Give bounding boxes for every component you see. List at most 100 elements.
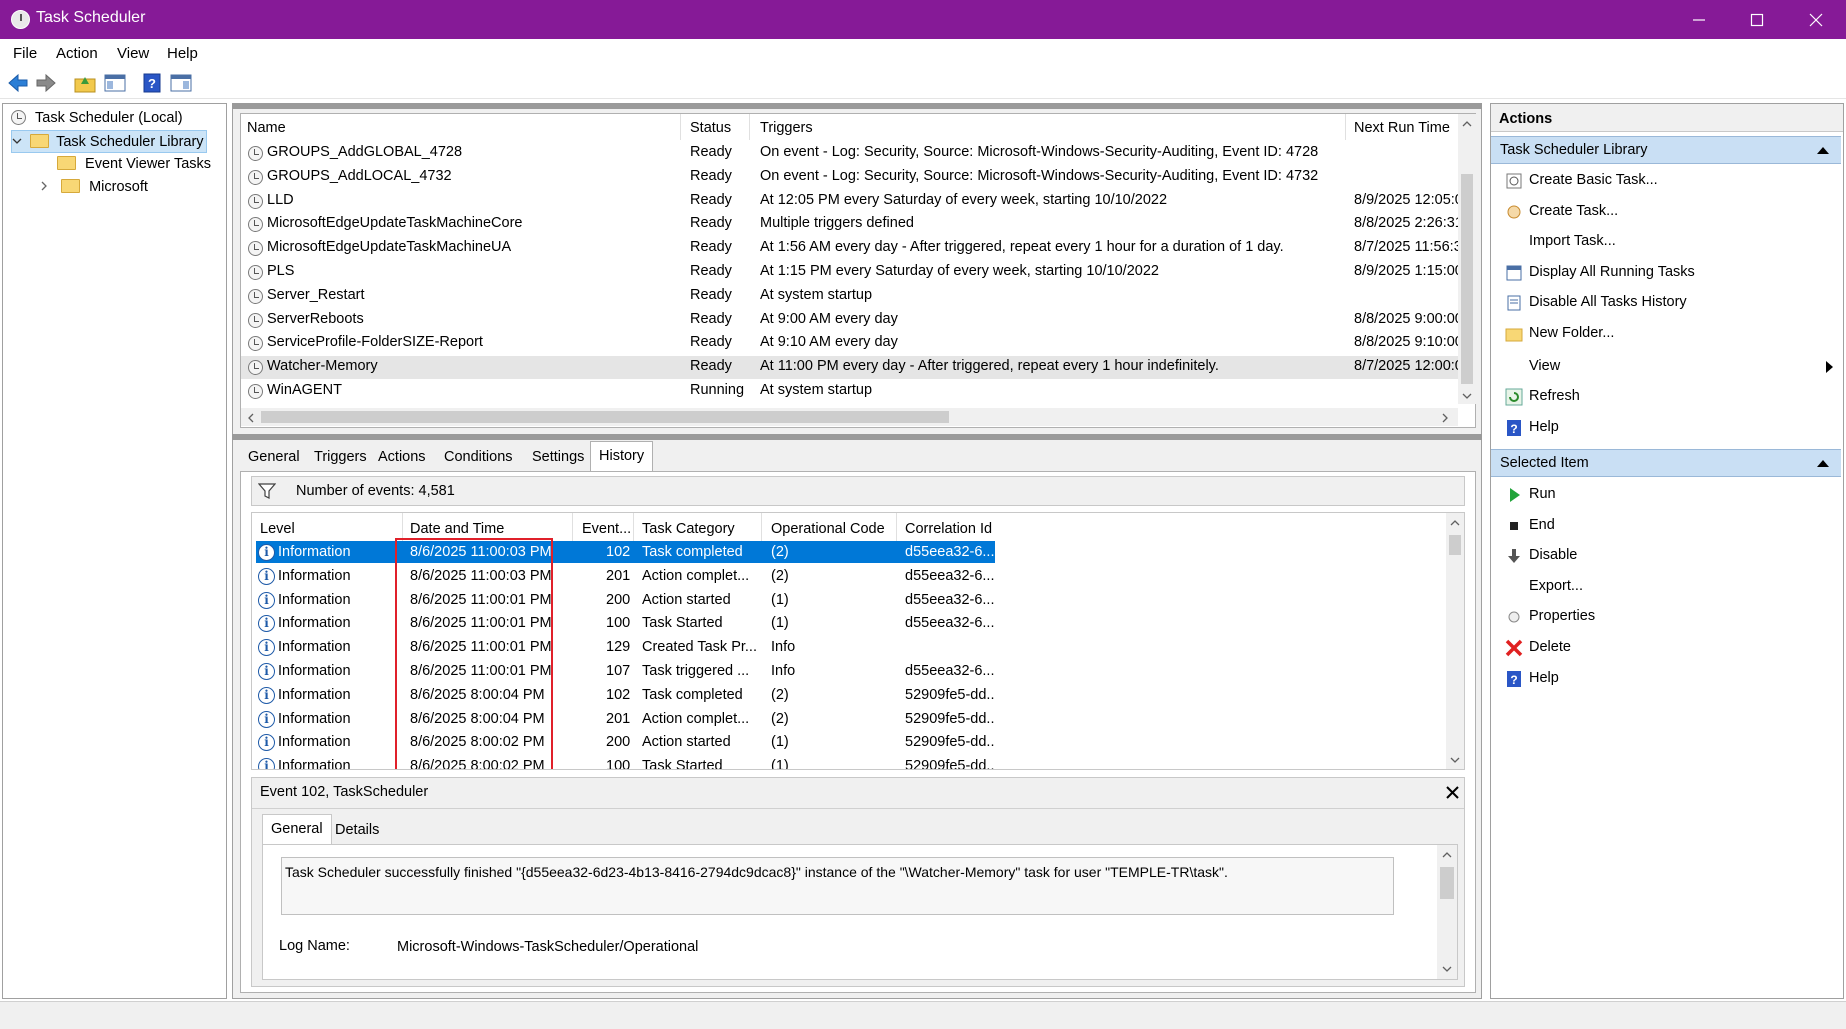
task-row[interactable]: WinAGENT Running At system startup (241, 380, 1458, 403)
tab-general[interactable]: General (240, 443, 308, 471)
scroll-thumb[interactable] (1461, 174, 1473, 384)
action-import-task[interactable]: Import Task... (1491, 226, 1841, 256)
selected-action-run[interactable]: Run (1491, 479, 1841, 509)
create-task-icon (1505, 202, 1523, 220)
scroll-thumb[interactable] (1440, 867, 1454, 899)
task-row[interactable]: ServerReboots Ready At 9:00 AM every day 8/… (241, 309, 1458, 332)
selected-action-export[interactable]: Export... (1491, 571, 1841, 601)
minimize-button[interactable] (1669, 0, 1728, 39)
chevron-down-icon (12, 138, 22, 144)
column-header-event-id[interactable]: Event... (582, 521, 631, 537)
history-row[interactable]: i Information 8/6/2025 11:00:01 PM 100 Task … (256, 612, 995, 634)
column-divider (572, 513, 573, 541)
action-create-basic-task[interactable]: Create Basic Task... (1491, 165, 1841, 195)
task-row[interactable]: MicrosoftEdgeUpdateTaskMachineCore Ready M… (241, 213, 1458, 236)
history-row[interactable]: i Information 8/6/2025 11:00:03 PM 102 Task … (256, 541, 995, 563)
splitter[interactable] (232, 434, 1482, 440)
action-view[interactable]: View (1491, 351, 1841, 381)
action-label: Import Task... (1529, 233, 1616, 250)
maximize-button[interactable] (1727, 0, 1786, 39)
selected-action-disable[interactable]: Disable (1491, 540, 1841, 570)
column-header-next-run-time[interactable]: Next Run Time (1354, 120, 1450, 136)
column-header-correlation-id[interactable]: Correlation Id (905, 521, 992, 537)
history-level: Information (278, 591, 351, 608)
event-tab-details[interactable]: Details (327, 816, 387, 844)
history-row[interactable]: i Information 8/6/2025 8:00:02 PM 200 Action… (256, 731, 995, 753)
information-icon: i (258, 639, 275, 657)
selected-action-end[interactable]: End (1491, 510, 1841, 540)
tree-item-microsoft[interactable]: Microsoft (39, 176, 148, 199)
scroll-thumb[interactable] (261, 411, 949, 423)
action-display-all-running-tasks[interactable]: Display All Running Tasks (1491, 257, 1841, 287)
menu-file[interactable]: File (13, 45, 37, 62)
task-list-vertical-scrollbar[interactable] (1458, 114, 1476, 404)
task-row[interactable]: Watcher-Memory Ready At 11:00 PM every day… (241, 356, 1458, 380)
event-message[interactable]: Task Scheduler successfully finished "{d… (281, 857, 1394, 915)
column-header-operational-code[interactable]: Operational Code (771, 521, 885, 537)
column-header-level[interactable]: Level (260, 521, 295, 537)
action-disable-all-tasks-history[interactable]: Disable All Tasks History (1491, 287, 1841, 317)
tree-item-event-viewer-tasks[interactable]: Event Viewer Tasks (57, 153, 211, 176)
task-row[interactable]: ServiceProfile-FolderSIZE-Report Ready At … (241, 332, 1458, 355)
column-header-task-category[interactable]: Task Category (642, 521, 735, 537)
up-folder-button[interactable] (73, 72, 97, 94)
history-row[interactable]: i Information 8/6/2025 11:00:01 PM 129 Creat… (256, 636, 995, 658)
clock-icon (11, 110, 26, 125)
tree-root[interactable]: Task Scheduler (Local) (11, 107, 183, 130)
menu-action[interactable]: Action (56, 45, 98, 62)
task-list-horizontal-scrollbar[interactable] (241, 408, 1458, 426)
history-row[interactable]: i Information 8/6/2025 8:00:02 PM 100 Task S… (256, 755, 995, 769)
close-event-detail-icon[interactable] (1446, 786, 1459, 799)
selected-action-properties[interactable]: Properties (1491, 601, 1841, 631)
scroll-up-arrow-icon (1450, 520, 1460, 526)
tab-actions[interactable]: Actions (370, 443, 434, 471)
close-button[interactable] (1786, 0, 1845, 39)
task-row[interactable]: LLD Ready At 12:05 PM every Saturday of ev… (241, 190, 1458, 213)
disable-history-icon (1505, 293, 1523, 311)
show-action-pane-button[interactable] (169, 72, 193, 94)
delete-icon (1505, 638, 1523, 657)
selected-action-delete[interactable]: Delete (1491, 632, 1841, 662)
help-toolbar-button[interactable]: ? (140, 72, 164, 94)
column-header-date-time[interactable]: Date and Time (410, 521, 504, 537)
history-row[interactable]: i Information 8/6/2025 8:00:04 PM 102 Task c… (256, 684, 995, 706)
task-row[interactable]: MicrosoftEdgeUpdateTaskMachineUA Ready At … (241, 237, 1458, 260)
title-bar: Task Scheduler (0, 0, 1846, 39)
action-help[interactable]: ? Help (1491, 412, 1841, 442)
show-hide-console-tree-button[interactable] (103, 72, 127, 94)
tab-conditions[interactable]: Conditions (436, 443, 521, 471)
tab-triggers[interactable]: Triggers (306, 443, 375, 471)
history-row[interactable]: i Information 8/6/2025 11:00:03 PM 201 Actio… (256, 565, 995, 587)
action-refresh[interactable]: Refresh (1491, 381, 1841, 411)
history-operational-code: Info (771, 639, 796, 656)
column-header-triggers[interactable]: Triggers (760, 120, 813, 136)
task-row[interactable]: GROUPS_AddLOCAL_4732 Ready On event - Log:… (241, 166, 1458, 189)
event-tab-general[interactable]: General (262, 814, 332, 844)
task-row[interactable]: PLS Ready At 1:15 PM every Saturday of eve… (241, 261, 1458, 284)
scroll-thumb[interactable] (1449, 535, 1461, 555)
date-column-highlight (395, 538, 553, 769)
menu-help[interactable]: Help (167, 45, 198, 62)
history-vertical-scrollbar[interactable] (1446, 513, 1464, 769)
tab-history[interactable]: History (590, 441, 654, 471)
section-task-scheduler-library[interactable]: Task Scheduler Library (1491, 136, 1841, 164)
task-row[interactable]: GROUPS_AddGLOBAL_4728 Ready On event - Log… (241, 142, 1458, 165)
history-row[interactable]: i Information 8/6/2025 11:00:01 PM 107 Task … (256, 660, 995, 682)
tab-settings[interactable]: Settings (524, 443, 592, 471)
column-header-name[interactable]: Name (247, 120, 286, 136)
history-operational-code: (2) (771, 686, 789, 703)
action-create-task[interactable]: Create Task... (1491, 196, 1841, 226)
section-selected-item[interactable]: Selected Item (1491, 449, 1841, 477)
selected-action-help[interactable]: ? Help (1491, 663, 1841, 693)
task-triggers: At 1:56 AM every day - After triggered, … (760, 239, 1284, 256)
column-header-status[interactable]: Status (690, 120, 731, 136)
history-row[interactable]: i Information 8/6/2025 8:00:04 PM 201 Action… (256, 708, 995, 730)
event-detail-scrollbar[interactable] (1437, 845, 1457, 979)
menu-view[interactable]: View (117, 45, 149, 62)
action-new-folder[interactable]: New Folder... (1491, 318, 1841, 348)
back-button[interactable] (6, 72, 30, 94)
task-row[interactable]: Server_Restart Ready At system startup (241, 285, 1458, 308)
forward-button[interactable] (34, 72, 58, 94)
tree-item-task-scheduler-library[interactable]: Task Scheduler Library (11, 130, 207, 153)
history-row[interactable]: i Information 8/6/2025 11:00:01 PM 200 Actio… (256, 589, 995, 611)
